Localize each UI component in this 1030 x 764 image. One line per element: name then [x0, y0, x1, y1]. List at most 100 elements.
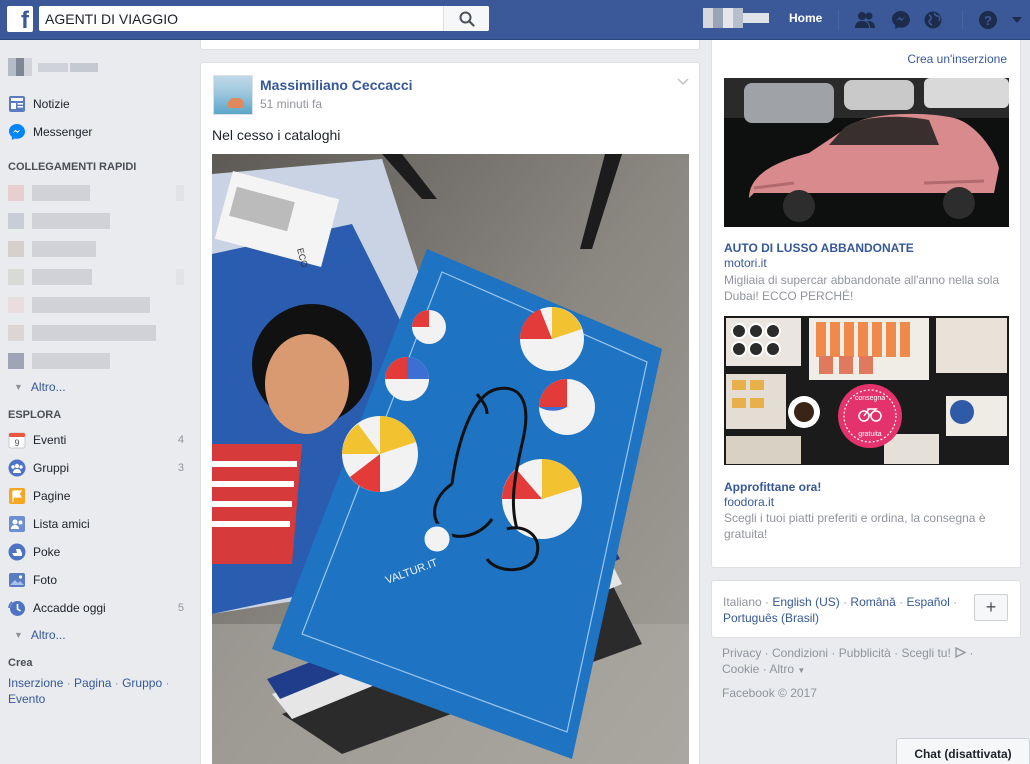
sidebar-item-on-this-day[interactable]: Accadde oggi 5 [8, 598, 184, 618]
create-links: Inserzione · Pagina · Gruppo · Evento [8, 676, 170, 706]
post-text: Nel cesso i cataloghi [212, 127, 341, 143]
calendar-icon: 9 [8, 431, 26, 449]
notifications-globe-icon[interactable] [922, 9, 944, 31]
chevron-down-icon: ▼ [14, 630, 23, 640]
sidebar-item-label: Accadde oggi [33, 601, 106, 615]
language-link[interactable]: Português (Brasil) [723, 611, 819, 625]
facebook-logo[interactable]: f [7, 6, 33, 32]
sidebar-item-news-feed[interactable]: Notizie [8, 94, 184, 114]
explore-heading: ESPLORA [8, 409, 62, 421]
explore-more-link[interactable]: ▼ Altro... [14, 628, 66, 642]
more-label: Altro... [30, 380, 66, 394]
friend-requests-icon[interactable] [854, 9, 876, 31]
footer-link-terms[interactable]: Condizioni [772, 646, 828, 660]
friend-list-icon [8, 515, 26, 533]
top-bar: f Home ? [0, 0, 1030, 40]
sidebar-item-groups[interactable]: Gruppi 3 [8, 458, 184, 478]
sidebar-item-label: Eventi [33, 433, 67, 447]
post-timestamp[interactable]: 51 minuti fa [260, 97, 322, 111]
language-link[interactable]: English (US) [772, 595, 839, 609]
language-selector-box: Italiano · English (US) · Română · Españ… [711, 580, 1021, 638]
sponsored-ads-box: Crea un'inserzione AUTO DI LUSSO ABBANDO… [711, 40, 1021, 568]
search-icon [459, 11, 475, 27]
sidebar-item-pages[interactable]: Pagine [8, 486, 184, 506]
language-link[interactable]: Română [850, 595, 895, 609]
account-menu-caret-icon[interactable] [1006, 9, 1028, 31]
search-input[interactable] [39, 6, 443, 31]
shortcut-item-blurred[interactable] [8, 269, 184, 285]
footer-link-ad-choices[interactable]: Scegli tu! [901, 646, 950, 660]
poke-icon [8, 543, 26, 561]
language-list: Italiano · English (US) · Română · Españ… [723, 595, 958, 625]
sidebar-item-poke[interactable]: Poke [8, 542, 184, 562]
post-photo[interactable]: ECO VALTUR.IT [212, 154, 689, 764]
sidebar-item-photos[interactable]: Foto [8, 570, 184, 590]
shortcut-item-blurred[interactable] [8, 325, 184, 341]
create-page-link[interactable]: Pagina [74, 676, 111, 690]
author-avatar[interactable] [213, 75, 253, 115]
groups-icon [8, 459, 26, 477]
add-language-button[interactable]: + [974, 594, 1008, 621]
sidebar-item-label: Lista amici [33, 517, 90, 531]
photos-icon [8, 571, 26, 589]
ad-description: Migliaia di supercar abbandonate all'ann… [724, 273, 1000, 303]
sidebar-item-friend-list[interactable]: Lista amici [8, 514, 184, 534]
shortcut-item-blurred[interactable] [8, 185, 184, 201]
shortcut-item-blurred[interactable] [8, 353, 184, 369]
shortcut-item-blurred[interactable] [8, 241, 184, 257]
post-options-chevron-icon[interactable] [677, 75, 689, 89]
svg-text:?: ? [984, 13, 992, 28]
create-event-link[interactable]: Evento [8, 692, 45, 706]
footer-link-more[interactable]: Altro [769, 662, 794, 676]
ad-choices-icon [955, 646, 967, 659]
feed-post: Massimiliano Ceccacci 51 minuti fa Nel c… [200, 62, 700, 764]
sidebar-item-events[interactable]: 9 Eventi 4 [8, 430, 184, 450]
ad-description: Scegli i tuoi piatti preferiti e ordina,… [724, 511, 986, 541]
chat-bar[interactable]: Chat (disattivata) [896, 738, 1030, 764]
footer-link-privacy[interactable]: Privacy [722, 646, 761, 660]
footer-link-cookies[interactable]: Cookie [722, 662, 759, 676]
messenger-icon [8, 123, 26, 141]
svg-text:consegna: consegna [855, 395, 885, 402]
sidebar-item-label: Foto [33, 573, 58, 587]
ad-domain[interactable]: motori.it [724, 256, 767, 270]
shortcuts-more-link[interactable]: ▼ Altro... [14, 380, 66, 394]
chevron-down-icon: ▼ [14, 382, 23, 392]
current-language: Italiano [723, 595, 762, 609]
post-author-name[interactable]: Massimiliano Ceccacci [260, 77, 413, 93]
flag-icon [8, 487, 26, 505]
ad-image-sushi[interactable]: consegna gratuita [724, 316, 1009, 465]
profile-link-blurred[interactable] [703, 8, 769, 28]
home-link[interactable]: Home [789, 11, 822, 25]
sidebar-item-count: 3 [177, 462, 184, 474]
previous-post-bottom [200, 40, 700, 50]
create-ad-link[interactable]: Crea un'inserzione [907, 52, 1007, 66]
ad-title[interactable]: Approfittane ora! [724, 480, 821, 494]
copyright: Facebook © 2017 [722, 686, 817, 700]
language-link[interactable]: Español [906, 595, 949, 609]
svg-text:gratuita: gratuita [858, 431, 881, 438]
create-ad-link[interactable]: Inserzione [8, 676, 63, 690]
help-icon[interactable]: ? [977, 9, 999, 31]
sidebar-item-label: Poke [33, 545, 61, 559]
ad-domain[interactable]: foodora.it [724, 495, 774, 509]
sidebar-item-count: 5 [177, 602, 184, 614]
shortcut-item-blurred[interactable] [8, 297, 184, 313]
footer-links: Privacy · Condizioni · Pubblicità · Sceg… [722, 646, 974, 676]
create-heading: Crea [8, 657, 33, 669]
sidebar-item-messenger[interactable]: Messenger [8, 122, 184, 142]
ad-title[interactable]: AUTO DI LUSSO ABBANDONATE [724, 241, 914, 255]
chevron-down-icon: ▼ [797, 666, 806, 675]
ad-image-supercar[interactable] [724, 78, 1009, 227]
create-group-link[interactable]: Gruppo [122, 676, 162, 690]
sidebar-item-label: Notizie [33, 97, 70, 111]
profile-link-blurred[interactable] [8, 58, 103, 76]
sidebar-item-label: Pagine [33, 489, 71, 503]
search-button[interactable] [443, 6, 489, 31]
shortcut-item-blurred[interactable] [8, 213, 184, 229]
divider [838, 10, 839, 30]
footer-link-advertising[interactable]: Pubblicità [839, 646, 891, 660]
svg-text:9: 9 [14, 438, 19, 448]
messenger-icon[interactable] [890, 9, 912, 31]
sidebar-item-count: 4 [177, 434, 184, 446]
